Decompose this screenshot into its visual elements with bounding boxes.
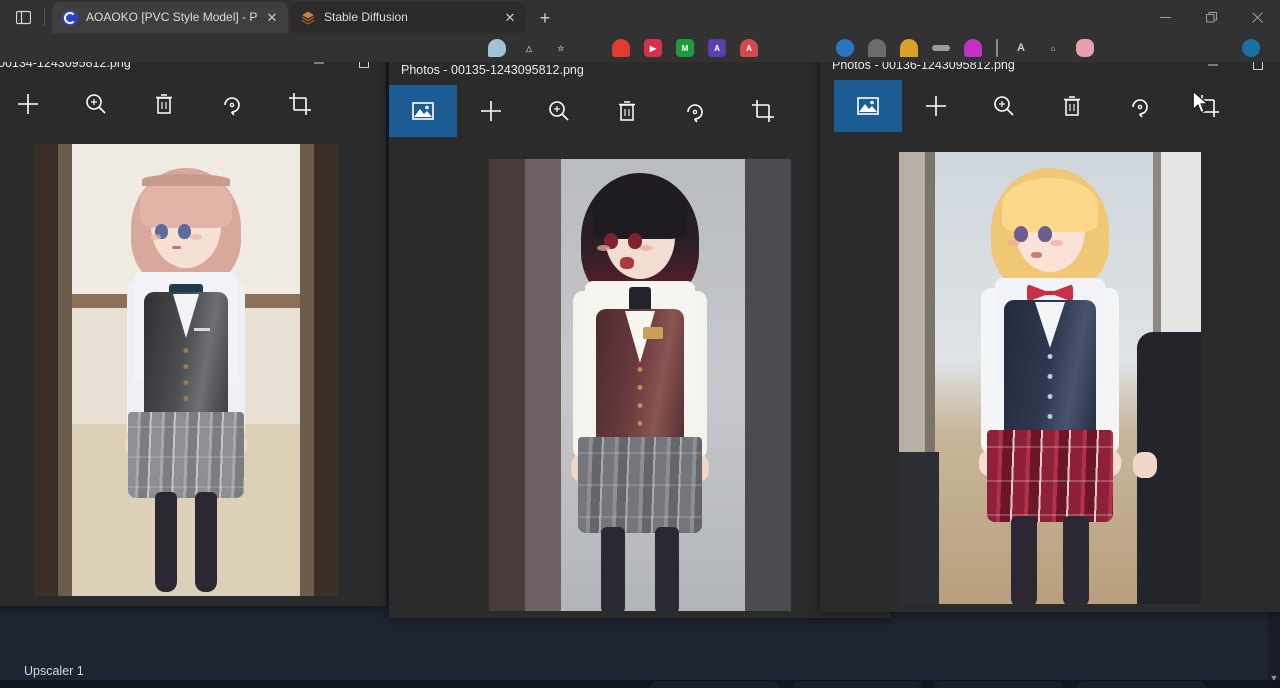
blue-globe-icon[interactable] <box>836 39 854 57</box>
delete-icon[interactable] <box>593 85 661 137</box>
crop-icon[interactable] <box>266 78 334 130</box>
photos-window-3-toolbar <box>820 80 1280 132</box>
photos-window-3-canvas[interactable] <box>820 132 1280 612</box>
photos-window-2: Photos - 00135-1243095812.png <box>389 55 891 618</box>
browser-window-controls <box>1142 0 1280 34</box>
add-icon[interactable] <box>0 78 62 130</box>
civitai-icon <box>62 10 78 26</box>
add-icon[interactable] <box>457 85 525 137</box>
rainbow-icon[interactable] <box>612 39 630 57</box>
monster-icon[interactable]: M <box>676 39 694 57</box>
minimize-button[interactable] <box>1142 0 1188 34</box>
rotate-icon[interactable] <box>661 85 729 137</box>
browser-tabstrip: AOAOKO [PVC Style Model] - PV ✕ Stable D… <box>0 0 1280 34</box>
sidebar-toggle-icon[interactable] <box>10 5 36 29</box>
magenta-icon[interactable] <box>964 39 982 57</box>
close-button[interactable] <box>1234 0 1280 34</box>
gauge-icon[interactable] <box>1242 39 1260 57</box>
photos-window-1: 00134-1243095812.png <box>0 48 386 606</box>
tab-aoaoko-label: AOAOKO [PVC Style Model] - PV <box>86 2 258 33</box>
pink-icon[interactable] <box>1076 39 1094 57</box>
browser-window: △ ☆ ▶ M A A A ⌂ <box>0 0 1280 62</box>
zoom-icon[interactable] <box>525 85 593 137</box>
yellow-icon[interactable] <box>900 39 918 57</box>
photos-window-1-canvas[interactable] <box>0 130 386 606</box>
browser-bookmarks-bar: △ ☆ ▶ M A A A ⌂ <box>0 34 1280 62</box>
gallery-icon[interactable] <box>834 80 902 132</box>
tab-aoaoko[interactable]: AOAOKO [PVC Style Model] - PV ✕ <box>52 2 288 33</box>
stable-diffusion-icon <box>300 10 316 26</box>
tab-stable-diffusion-label: Stable Diffusion <box>324 2 496 33</box>
crop-icon[interactable] <box>729 85 797 137</box>
bookmark-icons-right: A ⌂ <box>836 39 1094 57</box>
close-icon[interactable]: ✕ <box>500 8 520 28</box>
delete-icon[interactable] <box>1038 80 1106 132</box>
star-outline-icon[interactable]: ☆ <box>552 39 570 57</box>
bookmark-icons-mid: ▶ M A A <box>612 39 758 57</box>
bookmark-icons-far-right <box>1242 39 1260 57</box>
photos-window-2-title: Photos - 00135-1243095812.png <box>389 63 584 77</box>
anime-icon[interactable]: A <box>740 39 758 57</box>
taskbar <box>0 680 1280 688</box>
photos-window-3: Photos - 00136-1243095812.png <box>820 50 1280 612</box>
grey-bar-icon[interactable] <box>932 45 950 51</box>
photo-image-1 <box>34 144 338 596</box>
new-tab-button[interactable]: + <box>532 5 558 31</box>
signal-icon[interactable]: △ <box>520 39 538 57</box>
upscaler-1-label: Upscaler 1 <box>24 664 84 678</box>
violet-a-icon[interactable]: A <box>708 39 726 57</box>
youtube-icon[interactable]: ▶ <box>644 39 662 57</box>
delete-icon[interactable] <box>130 78 198 130</box>
photo-image-3 <box>899 152 1201 604</box>
zoom-icon[interactable] <box>62 78 130 130</box>
restore-button[interactable] <box>1188 0 1234 34</box>
photos-window-1-toolbar <box>0 78 386 130</box>
zoom-icon[interactable] <box>970 80 1038 132</box>
thin-bar-icon[interactable] <box>996 39 998 57</box>
crop-icon[interactable] <box>1174 80 1242 132</box>
tab-divider <box>44 8 45 26</box>
photo-image-2 <box>489 159 791 611</box>
screen: Upscaler 1 R-ESRGAN 4x+ Anime6B ▼ Upscal… <box>0 0 1280 688</box>
rotate-icon[interactable] <box>1106 80 1174 132</box>
tab-stable-diffusion[interactable]: Stable Diffusion ✕ <box>290 2 526 33</box>
a-letter-icon[interactable]: A <box>1012 39 1030 57</box>
grey-arc-icon[interactable] <box>868 39 886 57</box>
gallery-icon[interactable] <box>389 85 457 137</box>
arc-icon[interactable]: ⌂ <box>1044 39 1062 57</box>
bookmark-icons-left: △ ☆ <box>488 39 570 57</box>
photos-window-2-toolbar <box>389 85 891 137</box>
close-icon[interactable]: ✕ <box>262 8 282 28</box>
rotate-icon[interactable] <box>198 78 266 130</box>
photos-window-2-canvas[interactable] <box>389 137 891 618</box>
bird-icon[interactable] <box>488 39 506 57</box>
add-icon[interactable] <box>902 80 970 132</box>
